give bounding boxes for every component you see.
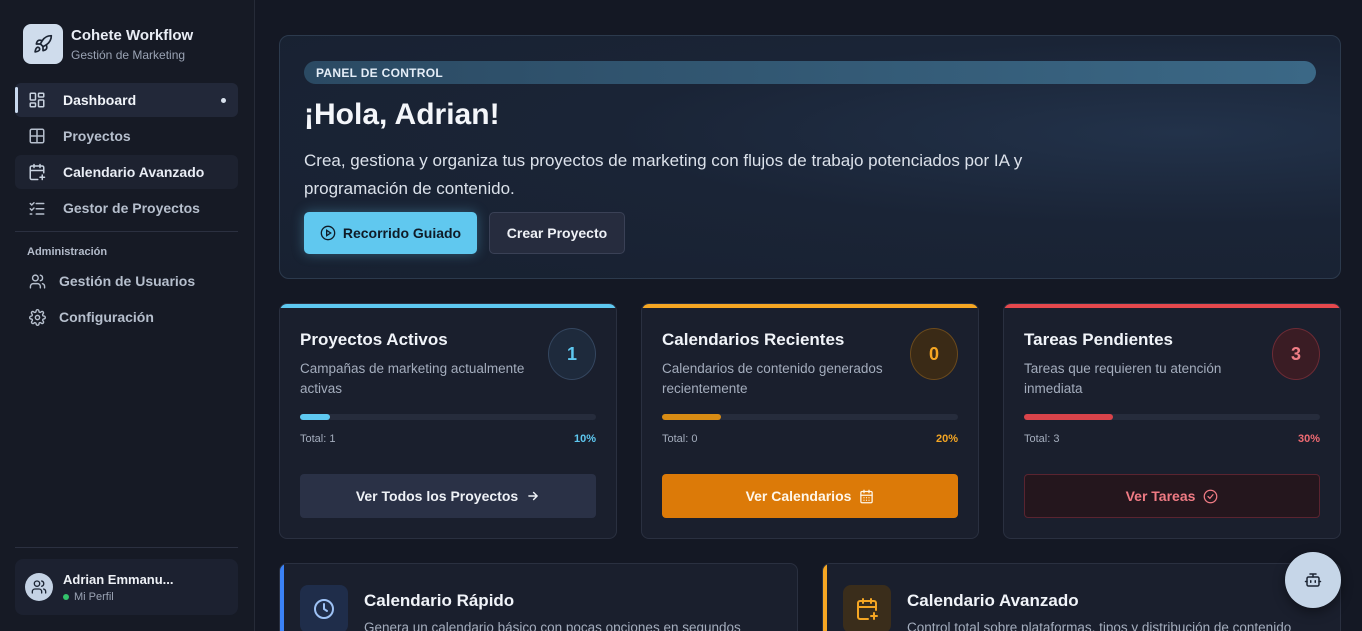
hero-description: Crea, gestiona y organiza tus proyectos … [304,151,1023,198]
user-profile-card[interactable]: Adrian Emmanu... Mi Perfil [15,559,238,615]
view-calendars-button[interactable]: Ver Calendarios [662,474,958,518]
sidebar-item-label: Calendario Avanzado [63,164,205,180]
button-label: Ver Calendarios [745,488,852,504]
sidebar-item-gestion-usuarios[interactable]: Gestión de Usuarios [15,264,238,298]
sidebar-item-label: Gestión de Usuarios [59,273,196,289]
card-accent-bar [1004,304,1340,308]
profile-link[interactable]: Mi Perfil [74,591,114,603]
button-label: Ver Tareas [1125,488,1196,504]
admin-nav: Gestión de Usuarios Configuración [15,264,238,336]
hero-panel: PANEL DE CONTROL ¡Hola, Adrian! Crea, ge… [279,35,1341,279]
card-accent-bar [280,304,616,308]
card-accent-bar [280,564,284,631]
view-projects-button[interactable]: Ver Todos los Proyectos [300,474,596,518]
card-title: Calendarios Recientes [662,330,845,349]
sidebar-item-label: Configuración [59,309,154,325]
calendar-icon [860,489,874,503]
guided-tour-label: Recorrido Guiado [342,225,462,241]
stat-card-proyectos: Proyectos Activos Campañas de marketing … [279,303,617,539]
card-title: Tareas Pendientes [1024,330,1173,349]
nav-divider [15,231,238,232]
create-project-button[interactable]: Crear Proyecto [489,212,625,254]
quick-calendar-card[interactable]: Calendario Rápido Genera un calendario b… [279,563,798,631]
user-status: Mi Perfil [63,591,174,603]
calendar-plus-icon [843,585,891,631]
count-badge: 1 [548,328,596,380]
online-status-dot [63,593,69,600]
sidebar: Cohete Workflow Gestión de Marketing Das… [0,0,255,631]
brand-subtitle: Gestión de Marketing [71,47,186,62]
users-icon [27,271,47,291]
grid-icon [27,126,47,146]
brand[interactable]: Cohete Workflow Gestión de Marketing [23,24,193,64]
check-circle-icon [1204,489,1218,503]
view-tasks-button[interactable]: Ver Tareas [1024,474,1320,518]
card-title: Proyectos Activos [300,330,448,349]
progress-bar [1024,414,1320,420]
card-description: Campañas de marketing actualmente activa… [300,361,525,396]
list-check-icon [27,198,47,218]
stat-card-calendarios: Calendarios Recientes Calendarios de con… [641,303,979,539]
card-title: Calendario Avanzado [907,591,1079,610]
button-label: Ver Todos los Proyectos [355,488,519,504]
assistant-fab-button[interactable] [1285,552,1341,608]
sidebar-item-gestor-proyectos[interactable]: Gestor de Proyectos [15,191,238,225]
dashboard-icon [27,90,47,110]
guided-tour-button[interactable]: Recorrido Guiado [304,212,477,254]
sidebar-item-label: Dashboard [63,92,137,108]
sidebar-item-dashboard[interactable]: Dashboard [15,83,238,117]
total-label: Total: 0 [662,433,698,445]
play-circle-icon [320,225,336,241]
calendar-plus-icon [27,162,47,182]
clock-icon [300,585,348,631]
progress-fill [300,414,330,420]
progress-fill [1024,414,1113,420]
sidebar-item-label: Proyectos [63,128,131,144]
main-nav: Dashboard Proyectos Calendario Avanzado … [15,83,238,227]
advanced-calendar-card[interactable]: Calendario Avanzado Control total sobre … [822,563,1341,631]
sidebar-item-label: Gestor de Proyectos [63,200,200,216]
percent-label: 30% [1297,433,1320,445]
count-badge: 0 [910,328,958,380]
card-accent-bar [642,304,978,308]
active-indicator [221,98,226,103]
card-description: Calendarios de contenido generados recie… [662,361,883,396]
gear-icon [27,307,47,327]
hero-badge: PANEL DE CONTROL [304,61,1316,84]
brand-title: Cohete Workflow [71,26,194,44]
progress-bar [662,414,958,420]
progress-fill [662,414,722,420]
arrow-right-icon [528,491,539,501]
rocket-icon [23,24,63,64]
card-title: Calendario Rápido [364,591,515,610]
sidebar-item-calendario-avanzado[interactable]: Calendario Avanzado [15,155,238,189]
card-description: Tareas que requieren tu atención inmedia… [1024,361,1222,396]
sidebar-item-proyectos[interactable]: Proyectos [15,119,238,153]
sidebar-item-configuracion[interactable]: Configuración [15,300,238,334]
admin-section-label: Administración [27,246,108,258]
avatar [25,573,53,601]
total-label: Total: 1 [300,433,336,445]
percent-label: 10% [573,433,596,445]
user-name: Adrian Emmanu... [63,571,174,587]
card-description: Control total sobre plataformas, tipos y… [907,620,1292,631]
user-divider [15,547,238,548]
stat-card-tareas: Tareas Pendientes Tareas que requieren t… [1003,303,1341,539]
progress-bar [300,414,596,420]
card-accent-bar [823,564,827,631]
percent-label: 20% [935,433,958,445]
total-label: Total: 3 [1024,433,1060,445]
page-title: ¡Hola, Adrian! [304,98,500,131]
card-description: Genera un calendario básico con pocas op… [364,620,741,631]
count-badge: 3 [1272,328,1320,380]
bot-icon [1304,573,1322,587]
